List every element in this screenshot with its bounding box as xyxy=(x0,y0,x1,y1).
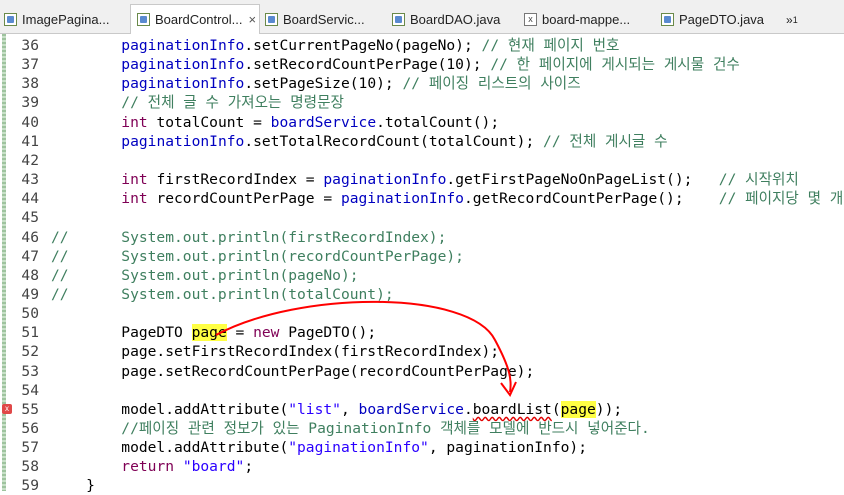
xml-file-icon: x xyxy=(524,13,537,26)
tab-label: BoardServic... xyxy=(283,12,365,27)
tab-imagepagina[interactable]: ImagePagina... xyxy=(4,6,126,33)
code-text: paginationInfo.setRecordCountPerPage(10)… xyxy=(121,56,740,74)
java-file-icon xyxy=(265,13,278,26)
code-line[interactable]: 51 PageDTO page = new PageDTO(); xyxy=(0,323,844,342)
code-line[interactable]: 52 page.setFirstRecordIndex(firstRecordI… xyxy=(0,342,844,361)
line-number: 45 xyxy=(21,209,39,227)
code-line[interactable]: 55 model.addAttribute("list", boardServi… xyxy=(0,400,844,419)
code-line[interactable]: 56 //페이징 관련 정보가 있는 PaginationInfo 객체를 모델… xyxy=(0,419,844,438)
line-number: 47 xyxy=(21,247,39,265)
code-text: PageDTO page = new PageDTO(); xyxy=(51,324,377,342)
line-number: 50 xyxy=(21,305,39,323)
tab-board-mappe[interactable]: x board-mappe... xyxy=(524,6,656,33)
code-text: page.setRecordCountPerPage(recordCountPe… xyxy=(51,362,535,380)
line-number: 41 xyxy=(21,132,39,150)
java-file-icon xyxy=(137,13,150,26)
java-file-icon xyxy=(661,13,674,26)
line-number: 55 xyxy=(21,400,39,418)
line-number: 53 xyxy=(21,362,39,380)
close-tab-icon[interactable]: × xyxy=(248,12,256,27)
tab-boardcontrol[interactable]: BoardControl... × xyxy=(130,4,260,34)
code-editor[interactable]: 36 paginationInfo.setCurrentPageNo(pageN… xyxy=(0,34,844,494)
code-text: paginationInfo.setPageSize(10); // 페이징 리… xyxy=(121,75,581,93)
line-number: 37 xyxy=(21,56,39,74)
line-number: 57 xyxy=(21,439,39,457)
code-text: // 전체 글 수 가져오는 명령문장 xyxy=(121,94,344,112)
code-line[interactable]: 44 int recordCountPerPage = paginationIn… xyxy=(0,189,844,208)
line-number: 59 xyxy=(21,477,39,495)
code-text: page.setFirstRecordIndex(firstRecordInde… xyxy=(51,343,500,361)
code-line[interactable]: 38 paginationInfo.setPageSize(10); // 페이… xyxy=(0,74,844,93)
code-text: // System.out.println(firstRecordIndex); xyxy=(51,228,447,246)
line-number: 54 xyxy=(21,381,39,399)
code-line[interactable]: 43 int firstRecordIndex = paginationInfo… xyxy=(0,170,844,189)
code-line[interactable]: 47 // System.out.println(recordCountPerPa… xyxy=(0,247,844,266)
code-line[interactable]: 58 return "board"; xyxy=(0,457,844,476)
tab-label: ImagePagina... xyxy=(22,12,110,27)
line-number: 38 xyxy=(21,75,39,93)
code-text: paginationInfo.setTotalRecordCount(total… xyxy=(121,132,668,150)
code-text: model.addAttribute("list", boardService.… xyxy=(51,400,623,418)
line-number: 48 xyxy=(21,266,39,284)
tab-label: PageDTO.java xyxy=(679,12,765,27)
code-line[interactable]: 36 paginationInfo.setCurrentPageNo(pageN… xyxy=(0,36,844,55)
code-line[interactable]: 39 // 전체 글 수 가져오는 명령문장 xyxy=(0,93,844,112)
more-tabs-button[interactable]: » 1 xyxy=(786,6,816,33)
code-text: // System.out.println(recordCountPerPage… xyxy=(51,247,464,265)
line-number: 46 xyxy=(21,228,39,246)
code-line[interactable]: 41 paginationInfo.setTotalRecordCount(to… xyxy=(0,132,844,151)
java-file-icon xyxy=(4,13,17,26)
line-number: 44 xyxy=(21,190,39,208)
tab-pagedto-java[interactable]: PageDTO.java xyxy=(661,6,771,33)
code-line[interactable]: 46 // System.out.println(firstRecordIndex… xyxy=(0,228,844,247)
code-line[interactable]: 53 page.setRecordCountPerPage(recordCoun… xyxy=(0,362,844,381)
tab-label: board-mappe... xyxy=(542,12,631,27)
error-marker-icon[interactable]: x xyxy=(2,403,12,414)
code-text: paginationInfo.setCurrentPageNo(pageNo);… xyxy=(121,37,620,54)
code-line[interactable]: 50 xyxy=(0,304,844,323)
code-text: //페이징 관련 정보가 있는 PaginationInfo 객체를 모델에 반… xyxy=(121,420,650,437)
code-line[interactable]: 59 } xyxy=(0,476,844,495)
code-text: model.addAttribute("paginationInfo", pag… xyxy=(51,439,587,457)
code-text: } xyxy=(51,477,95,495)
code-line[interactable]: 57 model.addAttribute("paginationInfo", … xyxy=(0,438,844,457)
code-text: // System.out.println(pageNo); xyxy=(51,266,359,284)
code-text: int firstRecordIndex = paginationInfo.ge… xyxy=(121,171,799,189)
code-line[interactable]: 54 xyxy=(0,381,844,400)
line-number: 51 xyxy=(21,324,39,342)
tab-boarddao-java[interactable]: BoardDAO.java xyxy=(392,6,520,33)
line-number: 39 xyxy=(21,94,39,112)
editor-tab-bar: ImagePagina... BoardControl... × BoardServi… xyxy=(0,0,844,34)
code-line[interactable]: 45 xyxy=(0,208,844,227)
line-number: 43 xyxy=(21,171,39,189)
java-file-icon xyxy=(392,13,405,26)
code-line[interactable]: 49 // System.out.println(totalCount); xyxy=(0,285,844,304)
more-tabs-count: 1 xyxy=(792,14,798,25)
code-text: int totalCount = boardService.totalCount… xyxy=(121,113,500,131)
code-line[interactable]: 40 int totalCount = boardService.totalCo… xyxy=(0,113,844,132)
tab-boardservic[interactable]: BoardServic... xyxy=(265,6,387,33)
line-number: 56 xyxy=(21,420,39,437)
code-text: // System.out.println(totalCount); xyxy=(51,285,394,303)
more-tabs-chevron-icon: » xyxy=(786,12,793,27)
line-number: 58 xyxy=(21,458,39,476)
code-text: int recordCountPerPage = paginationInfo.… xyxy=(121,190,844,208)
code-line[interactable]: 37 paginationInfo.setRecordCountPerPage(… xyxy=(0,55,844,74)
line-number: 40 xyxy=(21,113,39,131)
line-number: 36 xyxy=(21,37,39,54)
code-line[interactable]: 48 // System.out.println(pageNo); xyxy=(0,266,844,285)
tab-label: BoardControl... xyxy=(155,12,243,27)
code-line[interactable]: 42 xyxy=(0,151,844,170)
line-number: 49 xyxy=(21,285,39,303)
code-text: return "board"; xyxy=(121,458,254,476)
line-number: 42 xyxy=(21,151,39,169)
tab-label: BoardDAO.java xyxy=(410,12,501,27)
line-number: 52 xyxy=(21,343,39,361)
